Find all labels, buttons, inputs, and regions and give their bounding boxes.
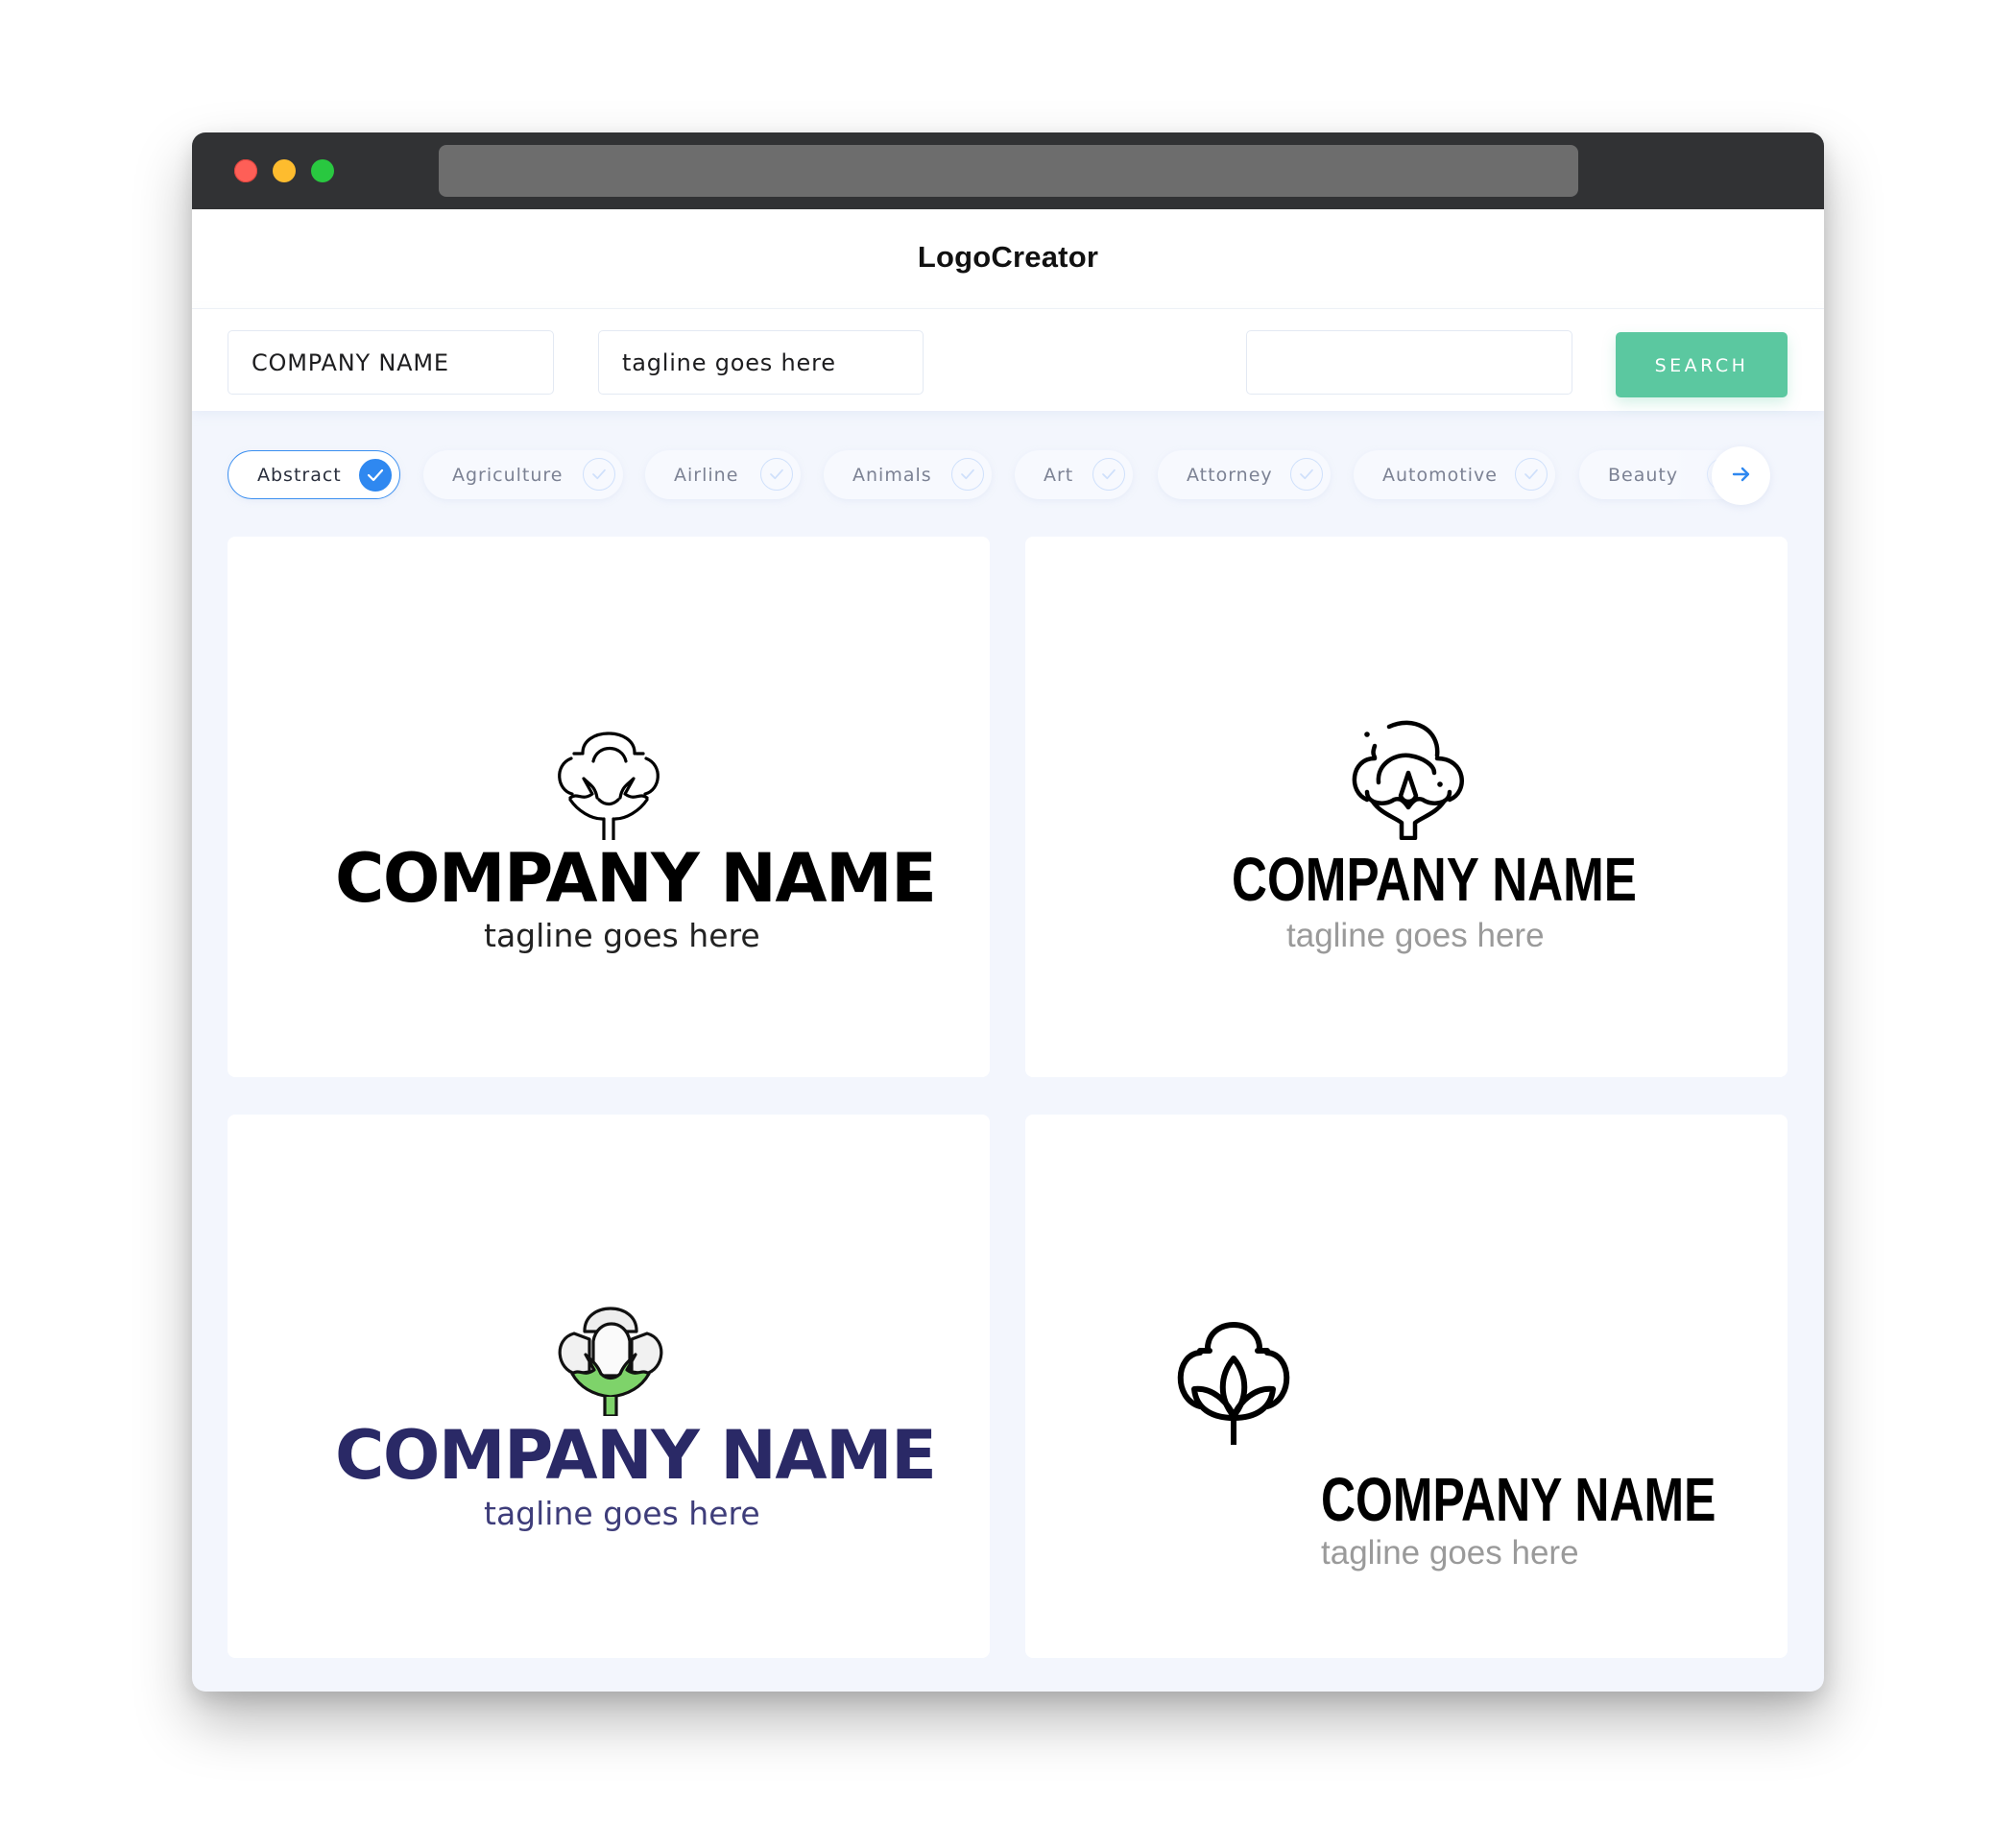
company-name-text: COMPANY NAME: [335, 839, 937, 918]
search-form: SEARCH: [192, 309, 1824, 411]
keyword-input[interactable]: [1246, 330, 1572, 395]
tagline-text: tagline goes here: [484, 1495, 760, 1532]
company-name-text: COMPANY NAME: [1232, 845, 1637, 914]
next-categories-button[interactable]: [1712, 446, 1770, 505]
tagline-input[interactable]: [598, 330, 924, 395]
category-label: Attorney: [1187, 464, 1273, 486]
category-chip-animals[interactable]: Animals: [824, 450, 992, 499]
check-icon: [1092, 458, 1125, 491]
category-label: Abstract: [257, 464, 342, 486]
category-chip-agriculture[interactable]: Agriculture: [423, 450, 623, 499]
company-name-text: COMPANY NAME: [1321, 1465, 1716, 1534]
category-chip-abstract[interactable]: Abstract: [228, 450, 400, 499]
logo-card[interactable]: COMPANY NAME tagline goes here: [228, 1115, 990, 1658]
category-filter-bar: Abstract Agriculture Airline Animals Art: [192, 440, 1824, 526]
close-window-button[interactable]: [234, 159, 257, 182]
category-chip-art[interactable]: Art: [1015, 450, 1133, 499]
category-label: Agriculture: [452, 464, 564, 486]
cotton-bold-icon: [1171, 1320, 1296, 1449]
logo-card[interactable]: COMPANY NAME tagline goes here: [1025, 537, 1788, 1077]
title-bar: [192, 132, 1824, 209]
category-chip-airline[interactable]: Airline: [645, 450, 801, 499]
check-icon: [359, 459, 392, 492]
check-icon: [1290, 458, 1323, 491]
check-icon: [1515, 458, 1548, 491]
category-label: Beauty: [1608, 464, 1679, 486]
company-name-input[interactable]: [228, 330, 554, 395]
search-button[interactable]: SEARCH: [1616, 332, 1788, 397]
category-label: Art: [1044, 464, 1074, 486]
arrow-right-icon: [1732, 467, 1751, 485]
tagline-text: tagline goes here: [484, 917, 760, 954]
category-label: Airline: [674, 464, 739, 486]
cotton-line-icon: [1346, 715, 1471, 844]
check-icon: [951, 458, 984, 491]
check-icon: [583, 458, 615, 491]
check-icon: [760, 458, 793, 491]
address-bar[interactable]: [439, 145, 1578, 197]
brand-logo[interactable]: LogoCreator: [192, 240, 1824, 275]
cotton-outline-icon: [549, 715, 668, 844]
logo-card[interactable]: COMPANY NAME tagline goes here: [1025, 1115, 1788, 1658]
tagline-text: tagline goes here: [1321, 1534, 1579, 1572]
company-name-text: COMPANY NAME: [335, 1416, 937, 1495]
minimize-window-button[interactable]: [273, 159, 296, 182]
maximize-window-button[interactable]: [311, 159, 334, 182]
browser-window: LogoCreator SEARCH Abstract Agriculture …: [192, 132, 1824, 1692]
cotton-color-icon: [551, 1291, 670, 1420]
category-label: Automotive: [1382, 464, 1498, 486]
logo-card[interactable]: COMPANY NAME tagline goes here: [228, 537, 990, 1077]
category-chip-automotive[interactable]: Automotive: [1354, 450, 1555, 499]
category-chip-attorney[interactable]: Attorney: [1158, 450, 1331, 499]
tagline-text: tagline goes here: [1286, 917, 1545, 954]
site-header: LogoCreator: [192, 209, 1824, 309]
category-label: Animals: [852, 464, 932, 486]
